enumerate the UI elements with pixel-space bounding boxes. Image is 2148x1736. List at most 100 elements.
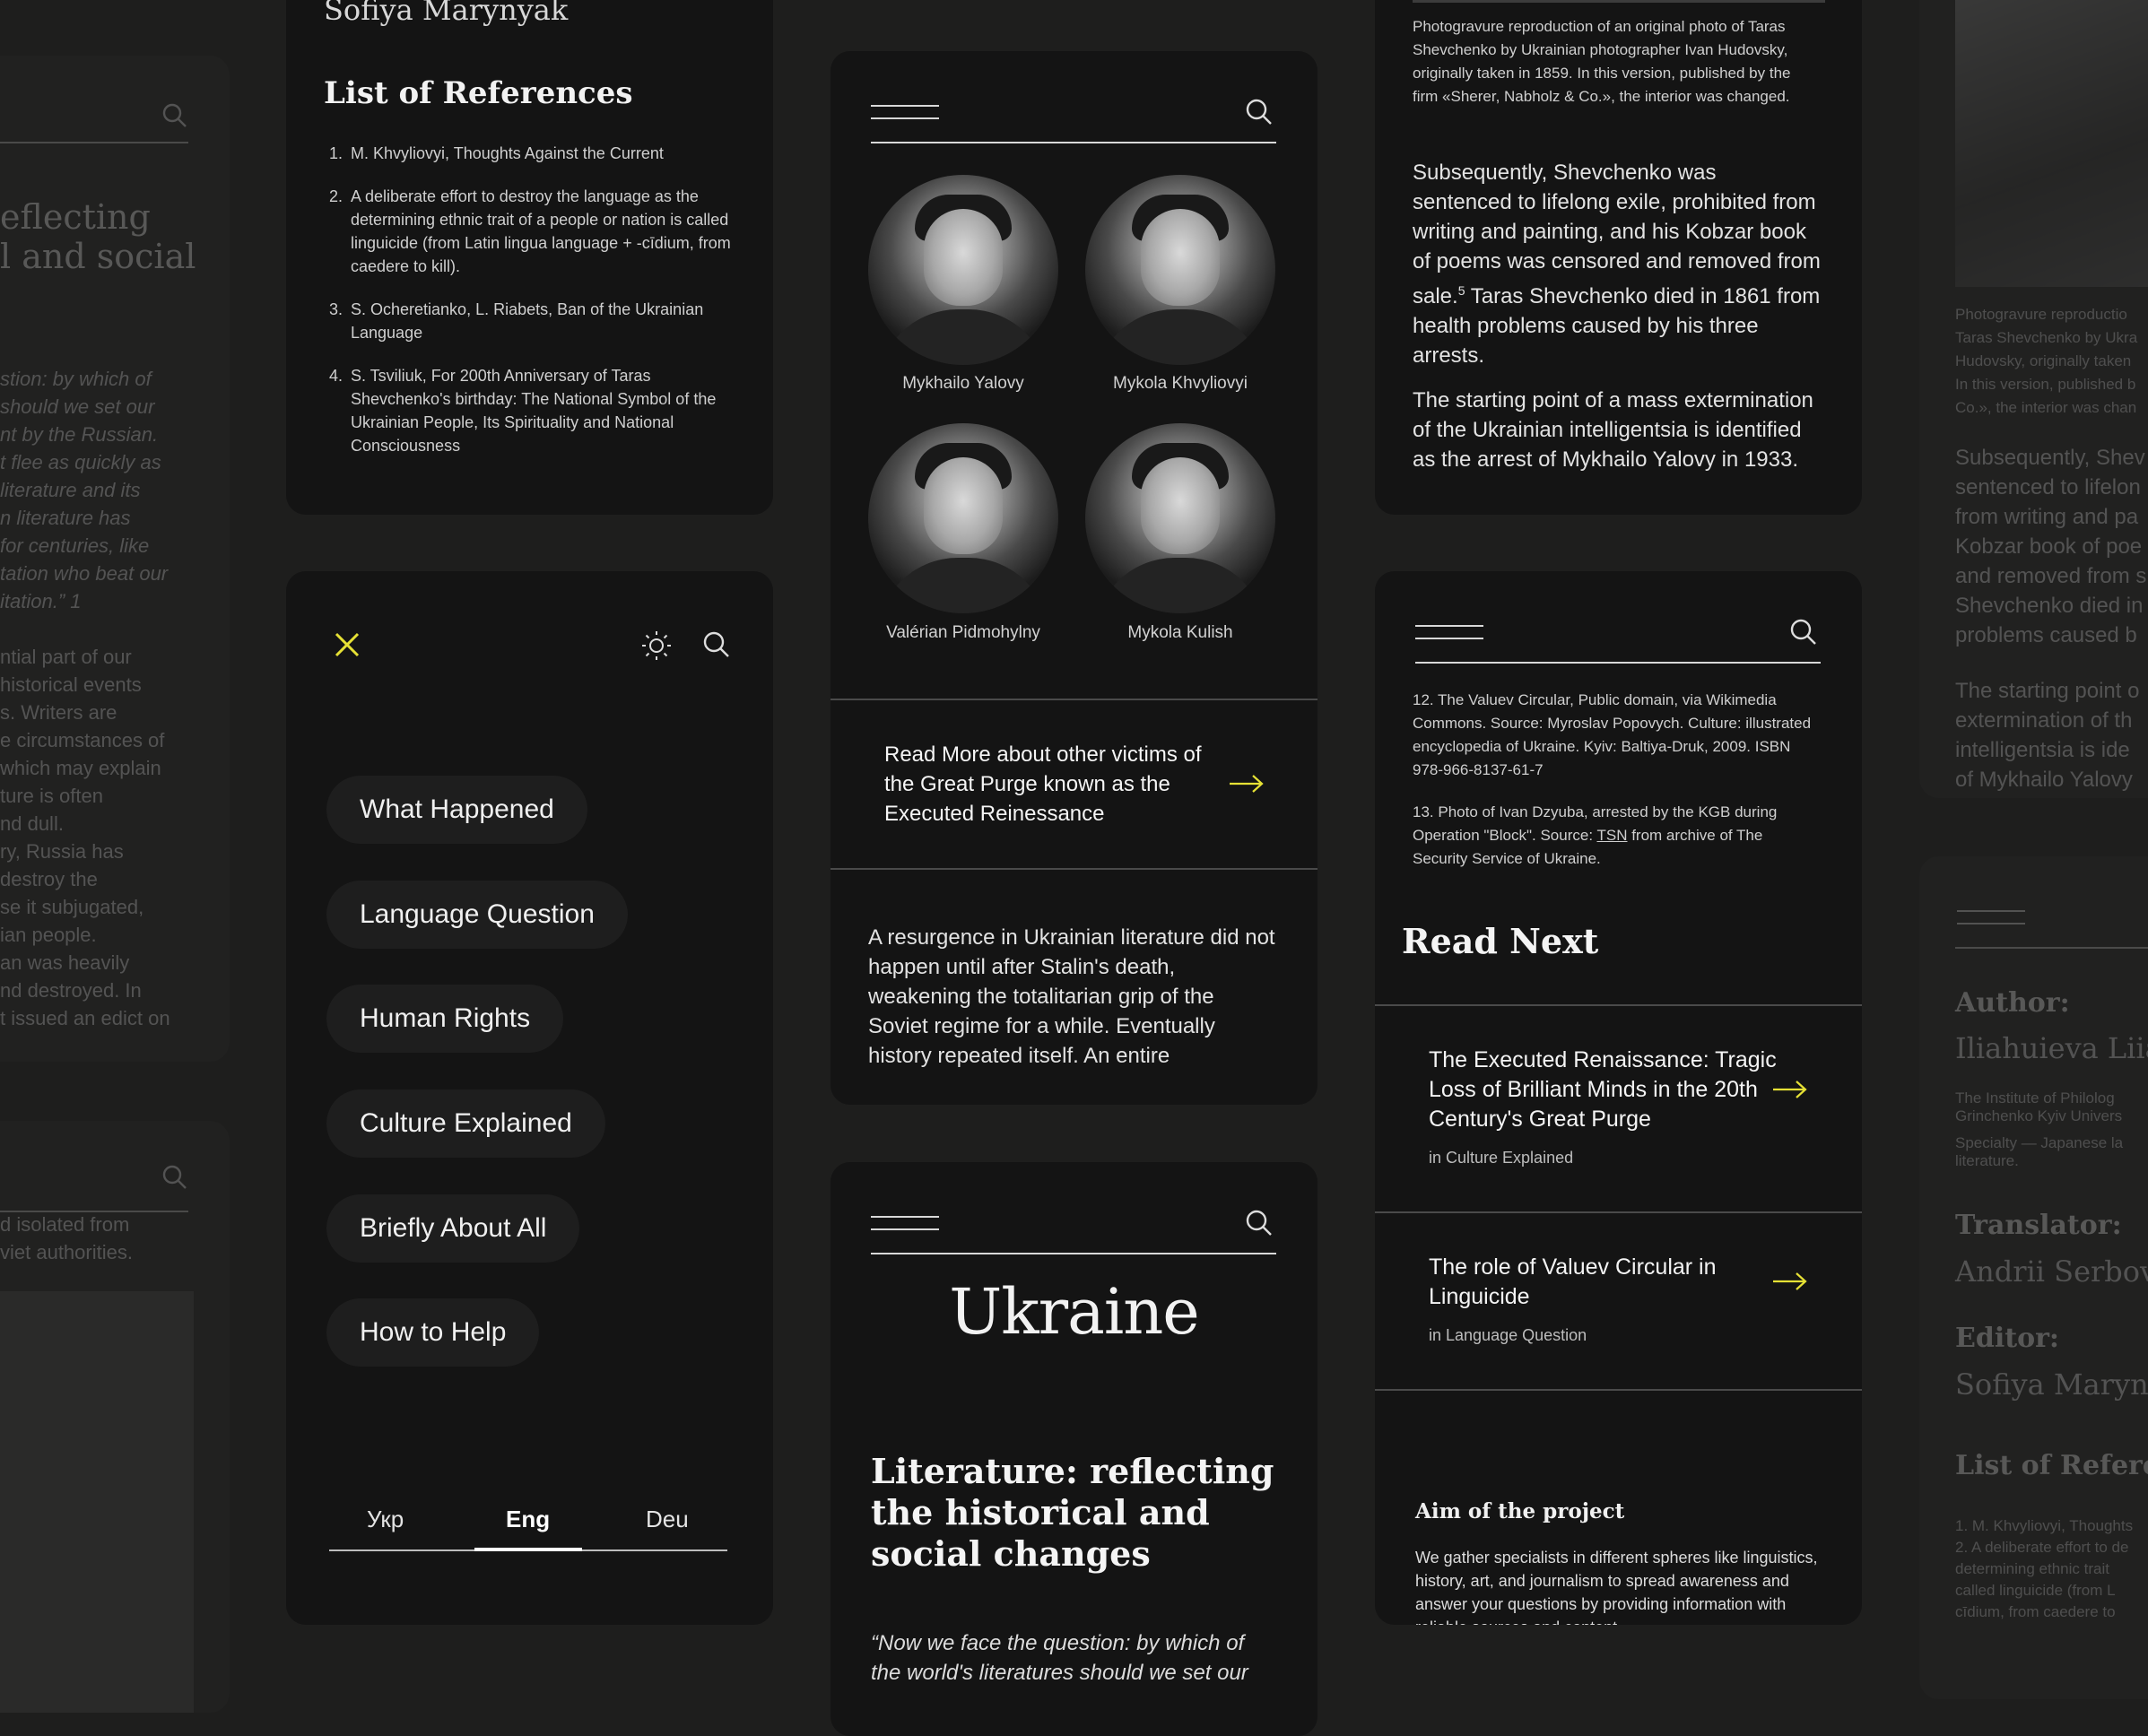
left-lower-card-dimmed: d isolated from viet authorities. <box>0 1121 230 1713</box>
text-line: ntial part of our <box>0 646 132 668</box>
references-list: 1. M. Khvyliovyi, Thoughts 2. A deliberat… <box>1955 1515 2133 1623</box>
text-line: t issued an edict on <box>0 1007 170 1029</box>
reference-item: determining ethnic trait <box>1955 1560 2109 1577</box>
lang-ukr[interactable]: Укр <box>367 1506 404 1533</box>
text-line: e circumstances of <box>0 729 165 751</box>
tsn-link[interactable]: TSN <box>1596 827 1627 844</box>
portrait-caption: Mykola Kulish <box>1127 623 1233 642</box>
text-line: se it subjugated, <box>0 896 144 918</box>
translator-name: Andrii Serbove <box>1955 1254 2148 1289</box>
text-line: problems caused b <box>1955 623 2137 647</box>
footnote-marker[interactable]: 5 <box>1458 283 1465 298</box>
menu-icon[interactable] <box>871 105 939 119</box>
article-quote: stion: by which of should we set our nt by… <box>0 365 168 615</box>
arrow-right-icon[interactable] <box>1229 774 1265 794</box>
text-line: t flee as quickly as <box>0 451 161 473</box>
portrait-pidmohylny <box>868 423 1058 613</box>
text-line: ture is often <box>0 785 103 807</box>
text-line: nd dull. <box>0 812 64 835</box>
text-line: and removed from s <box>1955 564 2147 588</box>
text-line: Photogravure reproductio <box>1955 306 2127 323</box>
text-line: Shevchenko died in <box>1955 594 2144 618</box>
references-list: M. Khvyliovyi, Thoughts Against the Curr… <box>324 142 736 477</box>
menu-item-how-to-help[interactable]: How to Help <box>326 1298 540 1367</box>
text-line: literature and its <box>0 479 141 501</box>
reference-item: S. Ocheretianko, L. Riabets, Ban of the … <box>347 298 736 344</box>
menu-card: What Happened Language Question Human Ri… <box>286 571 773 1625</box>
text-line: from writing and pa <box>1955 505 2139 529</box>
sun-icon[interactable] <box>641 630 672 661</box>
shevchenko-card: Photogravure reproduction of an original… <box>1375 0 1862 515</box>
text-line: n literature has <box>0 507 131 529</box>
read-next-heading: Read Next <box>1402 921 1599 961</box>
text-line: should we set our <box>0 395 155 418</box>
reference-item: A deliberate effort to destroy the langu… <box>347 185 736 278</box>
read-more-link[interactable]: Read More about other victims of the Gre… <box>884 740 1225 829</box>
article-body: d isolated from viet authorities. <box>0 1211 133 1266</box>
editor-label: Editor: <box>1955 1323 2059 1354</box>
article-title: Literature: reflecting the historical an… <box>871 1451 1274 1574</box>
article-card: Ukraine Literature: reflecting the histo… <box>831 1162 1317 1736</box>
footnote: 13. Photo of Ivan Dzyuba, arrested by th… <box>1413 803 1778 867</box>
search-icon[interactable] <box>1245 98 1274 126</box>
portrait-caption: Mykhailo Yalovy <box>902 374 1024 393</box>
arrow-right-icon[interactable] <box>1772 1272 1808 1291</box>
text-line: nd destroyed. In <box>0 979 142 1002</box>
read-next-item-category[interactable]: in Language Question <box>1429 1326 1587 1345</box>
site-logo[interactable]: Ukraine <box>831 1275 1317 1349</box>
text-line: for centuries, like <box>0 534 150 557</box>
menu-icon[interactable] <box>1957 910 2025 924</box>
search-icon[interactable] <box>161 102 188 129</box>
read-next-card: 12. The Valuev Circular, Public domain, … <box>1375 571 1862 1625</box>
read-next-item-title[interactable]: The role of Valuev Circular in Linguicid… <box>1429 1253 1787 1312</box>
article-body: ntial part of our historical events s. Wri… <box>0 643 170 1032</box>
menu-item-language-question[interactable]: Language Question <box>326 881 628 949</box>
text-line: stion: by which of <box>0 368 152 390</box>
text-line: of Mykhailo Yalovy <box>1955 768 2133 792</box>
text-line: nt by the Russian. <box>0 423 159 446</box>
reference-item: 1. M. Khvyliovyi, Thoughts <box>1955 1517 2134 1534</box>
search-icon[interactable] <box>161 1164 188 1191</box>
victims-card: Mykhailo Yalovy Mykola Khvyliovyi Valéri… <box>831 51 1317 1105</box>
search-icon[interactable] <box>702 630 731 659</box>
references-card: Sofiya Marynyak List of References M. Kh… <box>286 0 773 515</box>
lang-eng[interactable]: Eng <box>506 1506 550 1533</box>
search-icon[interactable] <box>1245 1209 1274 1237</box>
lang-deu[interactable]: Deu <box>646 1506 689 1533</box>
reference-item: 2. A deliberate effort to de <box>1955 1539 2129 1556</box>
text-line: intelligentsia is ide <box>1955 738 2130 762</box>
close-icon[interactable] <box>333 630 361 659</box>
article-paragraph: The starting point of a mass exterminati… <box>1413 388 1813 479</box>
footnote: 12. The Valuev Circular, Public domain, … <box>1413 691 1812 778</box>
menu-item-culture-explained[interactable]: Culture Explained <box>326 1089 605 1158</box>
text-line: Subsequently, Shev <box>1955 446 2145 470</box>
author-institution: The Institute of Philolog Grinchenko Kyi… <box>1955 1089 2123 1124</box>
text-line: Kobzar book of poe <box>1955 534 2143 559</box>
text-line: ian people. <box>0 924 97 946</box>
text-line: ry, Russia has <box>0 840 124 863</box>
menu-item-briefly-about-all[interactable]: Briefly About All <box>326 1194 580 1263</box>
menu-icon[interactable] <box>871 1216 939 1230</box>
search-icon[interactable] <box>1789 618 1818 647</box>
text-line: s. Writers are <box>0 701 117 724</box>
text-line: an was heavily <box>0 951 130 974</box>
read-next-item-category[interactable]: in Culture Explained <box>1429 1149 1573 1167</box>
shevchenko-photo <box>1955 0 2148 287</box>
text-line: d isolated from <box>0 1213 130 1236</box>
editor-name: Sofiya Marynya <box>1955 1367 2148 1402</box>
article-paragraph: Subsequently, Shevchenko was sentenced t… <box>1413 161 1821 368</box>
text-line: extermination of th <box>1955 708 2133 733</box>
text-line: historical events <box>0 673 142 696</box>
references-heading: List of Referer <box>1955 1450 2148 1481</box>
arrow-right-icon[interactable] <box>1772 1080 1808 1099</box>
article-title: eflecting l and social <box>0 197 196 276</box>
menu-item-human-rights[interactable]: Human Rights <box>326 985 564 1053</box>
translator-label: Translator: <box>1955 1210 2122 1241</box>
photo-caption: Photogravure reproductio Taras Shevchenko… <box>1955 303 2137 420</box>
author-label: Author: <box>1955 987 2070 1019</box>
menu-icon[interactable] <box>1415 625 1483 639</box>
text-line: Hudovsky, originally taken <box>1955 352 2132 369</box>
read-next-item-title[interactable]: The Executed Renaissance: Tragic Loss of… <box>1429 1046 1787 1134</box>
left-article-card-dimmed: eflecting l and social stion: by which o… <box>0 56 230 1062</box>
menu-item-what-happened[interactable]: What Happened <box>326 776 587 844</box>
